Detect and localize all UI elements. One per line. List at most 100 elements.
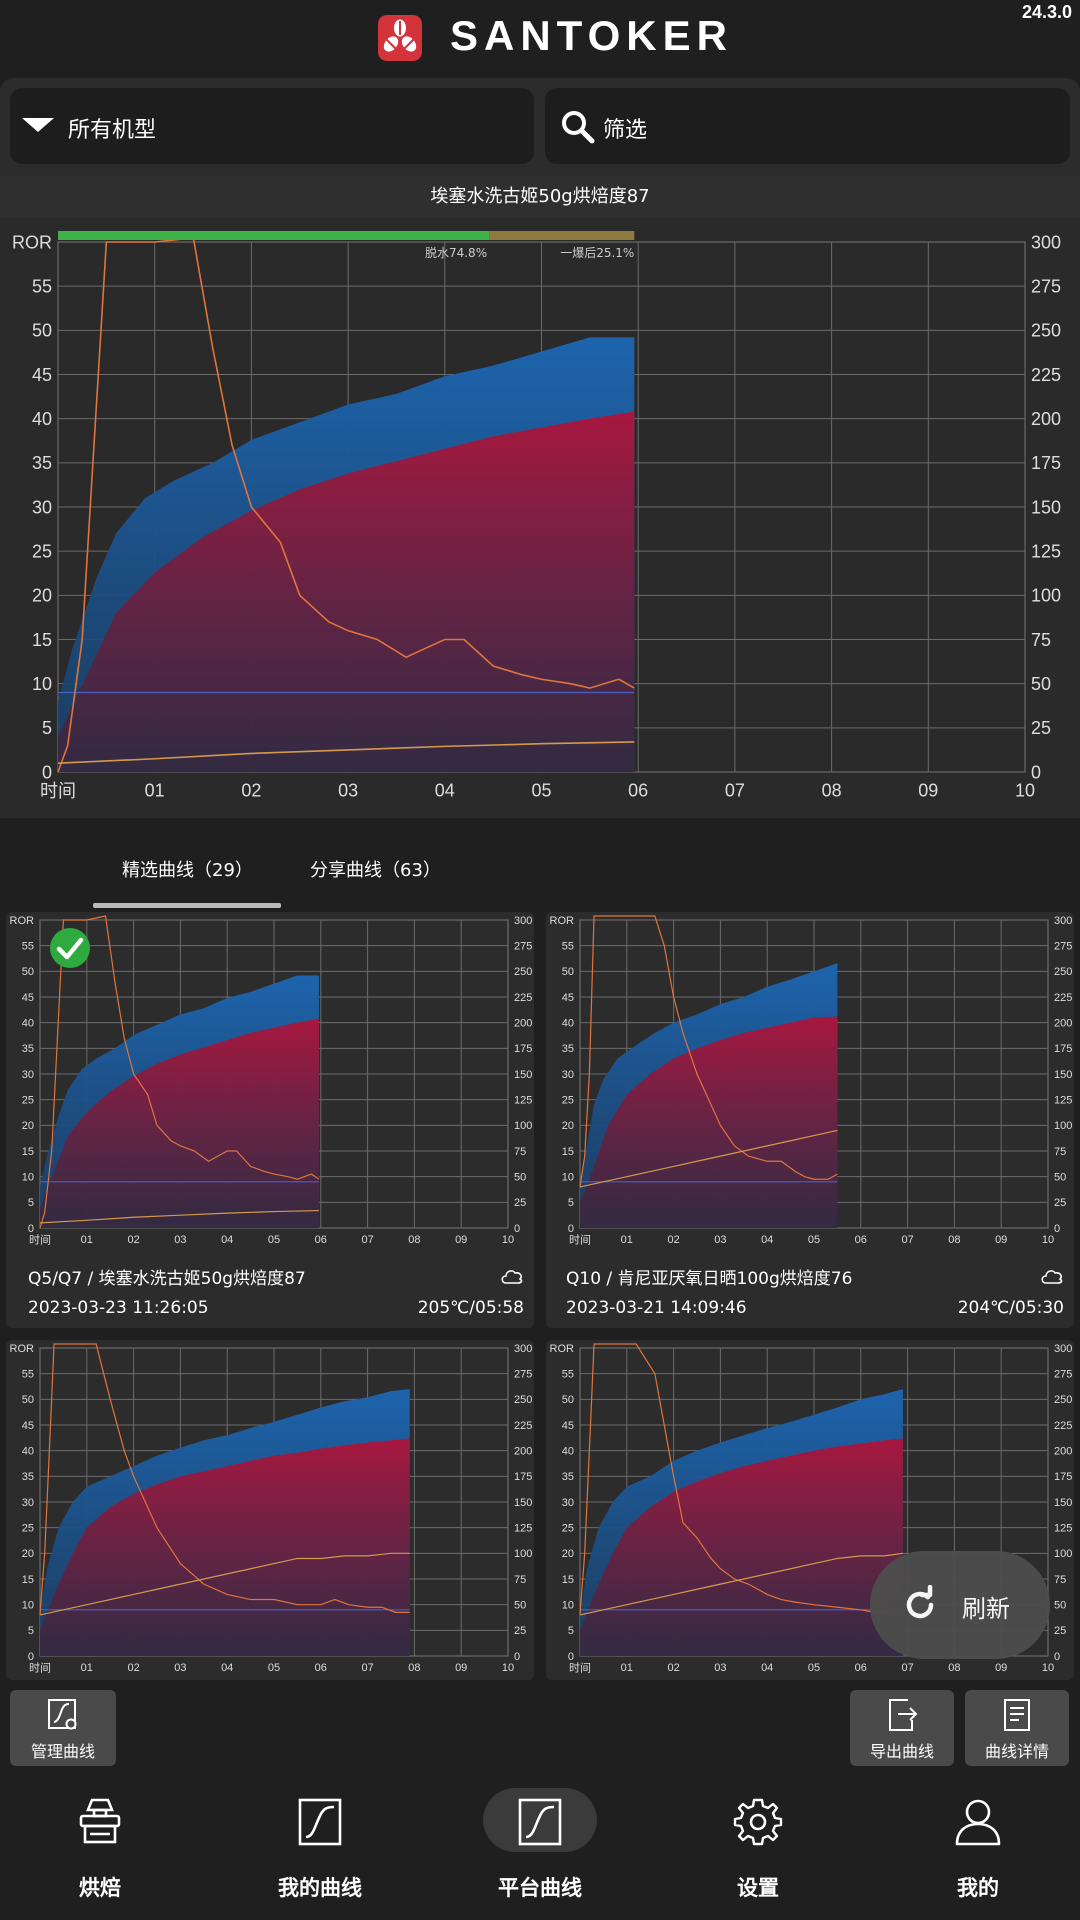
x-tick-label: 08 (822, 780, 842, 800)
x-tick-label: 01 (81, 1662, 93, 1674)
y-right-tick-label: 150 (514, 1069, 532, 1081)
y-right-tick-label: 125 (514, 1095, 532, 1107)
y-right-tick-label: 125 (1054, 1095, 1072, 1107)
env-temp-area (40, 1438, 410, 1656)
y-left-axis-label: ROR (10, 915, 35, 927)
y-left-tick-label: 10 (562, 1600, 574, 1612)
y-left-tick-label: 35 (22, 1471, 34, 1483)
machine-type-dropdown[interactable]: 所有机型 (10, 88, 534, 164)
post-crack-phase-bar (489, 231, 635, 240)
x-tick-label: 06 (315, 1234, 327, 1246)
card-chart-svg: 0255075100125150175200225250275300051015… (550, 915, 1073, 1247)
y-right-tick-label: 275 (514, 1369, 532, 1381)
y-right-tick-label: 225 (1031, 365, 1061, 385)
y-left-tick-label: 50 (562, 1394, 574, 1406)
x-tick-label: 05 (268, 1662, 280, 1674)
version-label: 24.3.0 (1021, 2, 1072, 22)
y-left-tick-label: 10 (22, 1600, 34, 1612)
tab-featured-curves[interactable]: 精选曲线（29） (122, 856, 253, 882)
x-tick-label: 08 (408, 1234, 420, 1246)
y-left-tick-label: 50 (22, 1394, 34, 1406)
x-tick-label: 06 (628, 780, 648, 800)
x-tick-label: 08 (948, 1662, 960, 1674)
cloud-icon (501, 1270, 523, 1284)
y-left-tick-label: 45 (22, 992, 34, 1004)
x-tick-label: 10 (1042, 1234, 1054, 1246)
refresh-button[interactable]: 刷新 (870, 1551, 1050, 1659)
main-chart-svg: 0255075100125150175200225250275300051015… (12, 231, 1061, 801)
x-axis-label: 时间 (40, 781, 76, 801)
y-right-tick-label: 25 (1054, 1625, 1066, 1637)
x-tick-label: 10 (502, 1234, 514, 1246)
x-tick-label: 05 (808, 1662, 820, 1674)
curve-details-button[interactable]: 曲线详情 (965, 1690, 1069, 1766)
y-left-tick-label: 10 (22, 1172, 34, 1184)
cloud-icon (1041, 1270, 1063, 1284)
nav-settings[interactable]: 设置 (650, 1772, 866, 1920)
selected-check-icon (50, 928, 90, 968)
y-left-tick-label: 10 (562, 1172, 574, 1184)
y-left-tick-label: 15 (22, 1146, 34, 1158)
y-right-tick-label: 0 (514, 1223, 520, 1235)
y-left-tick-label: 25 (32, 541, 52, 561)
curve-card[interactable]: 0 25 50 75 100 125 150 175 200 225 250 275 300 0 5 10 15… (546, 912, 1074, 1328)
y-left-tick-label: 45 (22, 1420, 34, 1432)
dry-phase-bar (58, 231, 490, 240)
nav-platform-curves[interactable]: 平台曲线 (432, 1772, 648, 1920)
manage-curve-icon (48, 1699, 77, 1730)
tab-shared-curves[interactable]: 分享曲线（63） (310, 856, 441, 882)
filter-label: 筛选 (603, 118, 648, 143)
filter-search-button[interactable]: 筛选 (545, 88, 1070, 164)
nav-roast[interactable]: 烘焙 (0, 1772, 208, 1920)
curve-card[interactable]: 0 25 50 75 100 125 150 175 200 225 250 275 300 0 5 10 15… (6, 912, 534, 1328)
y-left-tick-label: 15 (32, 630, 52, 650)
x-axis-label: 时间 (569, 1233, 591, 1246)
y-right-tick-label: 200 (514, 1446, 532, 1458)
x-tick-label: 01 (145, 780, 165, 800)
export-curve-button[interactable]: 导出曲线 (850, 1690, 954, 1766)
main-chart-title: 埃塞水洗古姬50g烘焙度87 (0, 176, 1080, 218)
card-date: 2023-03-21 14:09:46 (566, 1298, 747, 1318)
y-left-tick-label: 55 (22, 941, 34, 953)
y-right-tick-label: 25 (1054, 1197, 1066, 1209)
x-tick-label: 09 (995, 1662, 1007, 1674)
x-tick-label: 01 (81, 1234, 93, 1246)
y-right-tick-label: 200 (1054, 1446, 1072, 1458)
y-right-tick-label: 100 (1054, 1120, 1072, 1132)
curve-card[interactable]: 0 25 50 75 100 125 150 175 200 225 250 275 300 0 5 10 15… (6, 1340, 534, 1680)
y-left-tick-label: 20 (22, 1120, 34, 1132)
y-left-tick-label: 30 (22, 1069, 34, 1081)
y-right-tick-label: 175 (1031, 453, 1061, 473)
curve-details-label: 曲线详情 (984, 1742, 1049, 1761)
y-right-tick-label: 0 (1054, 1223, 1060, 1235)
y-right-tick-label: 275 (1054, 1369, 1072, 1381)
y-left-axis-label: ROR (550, 915, 575, 927)
nav-settings-label: 设置 (737, 1876, 779, 1900)
y-left-tick-label: 0 (568, 1651, 574, 1663)
x-tick-label: 04 (761, 1662, 773, 1674)
y-right-tick-label: 50 (514, 1600, 526, 1612)
x-tick-label: 02 (241, 780, 261, 800)
y-left-tick-label: 25 (562, 1523, 574, 1535)
santoker-logo (378, 15, 422, 61)
y-left-tick-label: 0 (42, 762, 52, 782)
nav-platform-curves-label: 平台曲线 (498, 1876, 582, 1900)
dropdown-triangle-icon (22, 118, 54, 132)
refresh-icon (906, 1585, 934, 1619)
y-right-tick-label: 125 (514, 1523, 532, 1535)
y-left-tick-label: 20 (32, 586, 52, 606)
nav-profile[interactable]: 我的 (870, 1772, 1080, 1920)
x-tick-label: 09 (918, 780, 938, 800)
nav-my-curves[interactable]: 我的曲线 (212, 1772, 428, 1920)
card-title: Q5/Q7 / 埃塞水洗古姬50g烘焙度87 (28, 1269, 306, 1289)
manage-curves-button[interactable]: 管理曲线 (10, 1690, 116, 1766)
x-tick-label: 07 (361, 1234, 373, 1246)
y-right-tick-label: 75 (514, 1146, 526, 1158)
y-left-tick-label: 5 (42, 718, 52, 738)
y-right-tick-label: 300 (1054, 915, 1072, 927)
y-right-tick-label: 250 (514, 1394, 532, 1406)
y-right-tick-label: 275 (514, 941, 532, 953)
y-left-tick-label: 55 (562, 941, 574, 953)
y-left-tick-label: 40 (562, 1446, 574, 1458)
y-right-tick-label: 125 (1054, 1523, 1072, 1535)
